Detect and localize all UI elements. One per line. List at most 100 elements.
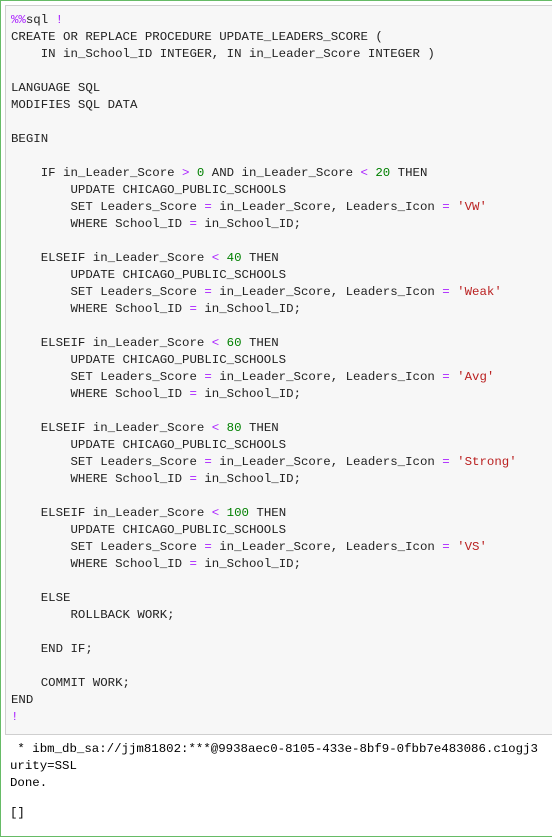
code-line: %%sql ! xyxy=(11,12,517,29)
cell-input-area[interactable]: %%sql ! CREATE OR REPLACE PROCEDURE UPDAT… xyxy=(5,5,552,735)
code-line: UPDATE CHICAGO_PUBLIC_SCHOOLS xyxy=(11,437,517,454)
operator-token: = xyxy=(442,285,450,299)
code-line: SET Leaders_Score = in_Leader_Score, Lea… xyxy=(11,539,517,556)
code-text: UPDATE CHICAGO_PUBLIC_SCHOOLS xyxy=(11,523,287,537)
code-line: END IF; xyxy=(11,641,517,658)
code-text: LANGUAGE SQL xyxy=(11,81,101,95)
code-text: IF in_Leader_Score xyxy=(11,166,183,180)
code-line: END xyxy=(11,692,517,709)
code-line: WHERE School_ID = in_School_ID; xyxy=(11,471,517,488)
code-text: MODIFIES SQL DATA xyxy=(11,98,138,112)
code-line: SET Leaders_Score = in_Leader_Score, Lea… xyxy=(11,199,517,216)
code-line: CREATE OR REPLACE PROCEDURE UPDATE_LEADE… xyxy=(11,29,517,46)
code-line: UPDATE CHICAGO_PUBLIC_SCHOOLS xyxy=(11,352,517,369)
code-line: UPDATE CHICAGO_PUBLIC_SCHOOLS xyxy=(11,267,517,284)
code-line: ELSEIF in_Leader_Score < 40 THEN xyxy=(11,250,517,267)
code-text: in_School_ID; xyxy=(196,302,302,316)
string-token: 'VW' xyxy=(457,200,487,214)
code-text: END xyxy=(11,693,34,707)
code-text: UPDATE CHICAGO_PUBLIC_SCHOOLS xyxy=(11,183,287,197)
operator-token: = xyxy=(442,370,450,384)
cell-output-area: * ibm_db_sa://jjm81802:***@9938aec0-8105… xyxy=(5,737,552,832)
code-text: ELSEIF in_Leader_Score xyxy=(11,251,212,265)
notebook-code-cell[interactable]: %%sql ! CREATE OR REPLACE PROCEDURE UPDAT… xyxy=(0,0,552,837)
sql-code-editor[interactable]: %%sql ! CREATE OR REPLACE PROCEDURE UPDAT… xyxy=(11,12,517,726)
code-line: MODIFIES SQL DATA xyxy=(11,97,517,114)
operator-token: = xyxy=(189,387,197,401)
code-text: THEN xyxy=(248,506,287,520)
operator-token: = xyxy=(204,540,212,554)
code-line: COMMIT WORK; xyxy=(11,675,517,692)
code-text: SET Leaders_Score xyxy=(11,370,205,384)
operator-token: = xyxy=(204,370,212,384)
code-text: UPDATE CHICAGO_PUBLIC_SCHOOLS xyxy=(11,353,287,367)
code-text: IN in_School_ID INTEGER, IN in_Leader_Sc… xyxy=(11,47,435,61)
code-text: THEN xyxy=(241,421,279,435)
operator-token: = xyxy=(204,285,212,299)
code-text: SET Leaders_Score xyxy=(11,200,205,214)
code-text: ELSEIF in_Leader_Score xyxy=(11,421,212,435)
code-text: SET Leaders_Score xyxy=(11,455,205,469)
code-text: ELSE xyxy=(11,591,71,605)
code-text: COMMIT WORK; xyxy=(11,676,130,690)
output-result: [] xyxy=(10,806,25,820)
operator-token: ! xyxy=(55,13,64,27)
number-token: 40 xyxy=(226,251,242,265)
code-text: SET Leaders_Score xyxy=(11,540,205,554)
magic-token: %% xyxy=(11,13,26,27)
code-text: ROLLBACK WORK; xyxy=(11,608,175,622)
output-connection-line: * ibm_db_sa://jjm81802:***@9938aec0-8105… xyxy=(10,742,538,756)
code-text: WHERE School_ID xyxy=(11,217,190,231)
code-text: SET Leaders_Score xyxy=(11,285,205,299)
code-text: THEN xyxy=(241,336,279,350)
number-token: 80 xyxy=(226,421,242,435)
number-token: 60 xyxy=(226,336,242,350)
code-text: sql xyxy=(25,13,56,27)
code-text: in_School_ID; xyxy=(196,557,302,571)
code-line: UPDATE CHICAGO_PUBLIC_SCHOOLS xyxy=(11,522,517,539)
code-line: BEGIN xyxy=(11,131,517,148)
code-text: in_Leader_Score, Leaders_Icon xyxy=(211,540,443,554)
code-text: in_School_ID; xyxy=(196,217,302,231)
code-text: in_Leader_Score, Leaders_Icon xyxy=(211,285,443,299)
code-line: ELSE xyxy=(11,590,517,607)
code-line: WHERE School_ID = in_School_ID; xyxy=(11,216,517,233)
code-line: WHERE School_ID = in_School_ID; xyxy=(11,386,517,403)
code-text: THEN xyxy=(390,166,428,180)
output-spacer xyxy=(10,792,538,805)
operator-token: = xyxy=(189,302,197,316)
code-text: in_School_ID; xyxy=(196,472,302,486)
code-text: in_Leader_Score, Leaders_Icon xyxy=(211,455,443,469)
code-line: ! xyxy=(11,709,517,726)
code-text: THEN xyxy=(241,251,279,265)
code-line: IN in_School_ID INTEGER, IN in_Leader_Sc… xyxy=(11,46,517,63)
operator-token: = xyxy=(204,200,212,214)
number-token: 20 xyxy=(375,166,391,180)
code-text: UPDATE CHICAGO_PUBLIC_SCHOOLS xyxy=(11,268,287,282)
code-text: in_Leader_Score, Leaders_Icon xyxy=(211,200,443,214)
operator-token: = xyxy=(189,557,197,571)
code-text: CREATE OR REPLACE PROCEDURE UPDATE_LEADE… xyxy=(11,30,383,44)
operator-token: = xyxy=(442,455,450,469)
code-line: ELSEIF in_Leader_Score < 80 THEN xyxy=(11,420,517,437)
code-text: in_Leader_Score, Leaders_Icon xyxy=(211,370,443,384)
operator-token: ! xyxy=(11,710,19,724)
code-text: WHERE School_ID xyxy=(11,302,190,316)
code-line: WHERE School_ID = in_School_ID; xyxy=(11,556,517,573)
code-text: WHERE School_ID xyxy=(11,472,190,486)
operator-token: = xyxy=(442,540,450,554)
code-line: ROLLBACK WORK; xyxy=(11,607,517,624)
code-text: WHERE School_ID xyxy=(11,387,190,401)
code-line: WHERE School_ID = in_School_ID; xyxy=(11,301,517,318)
